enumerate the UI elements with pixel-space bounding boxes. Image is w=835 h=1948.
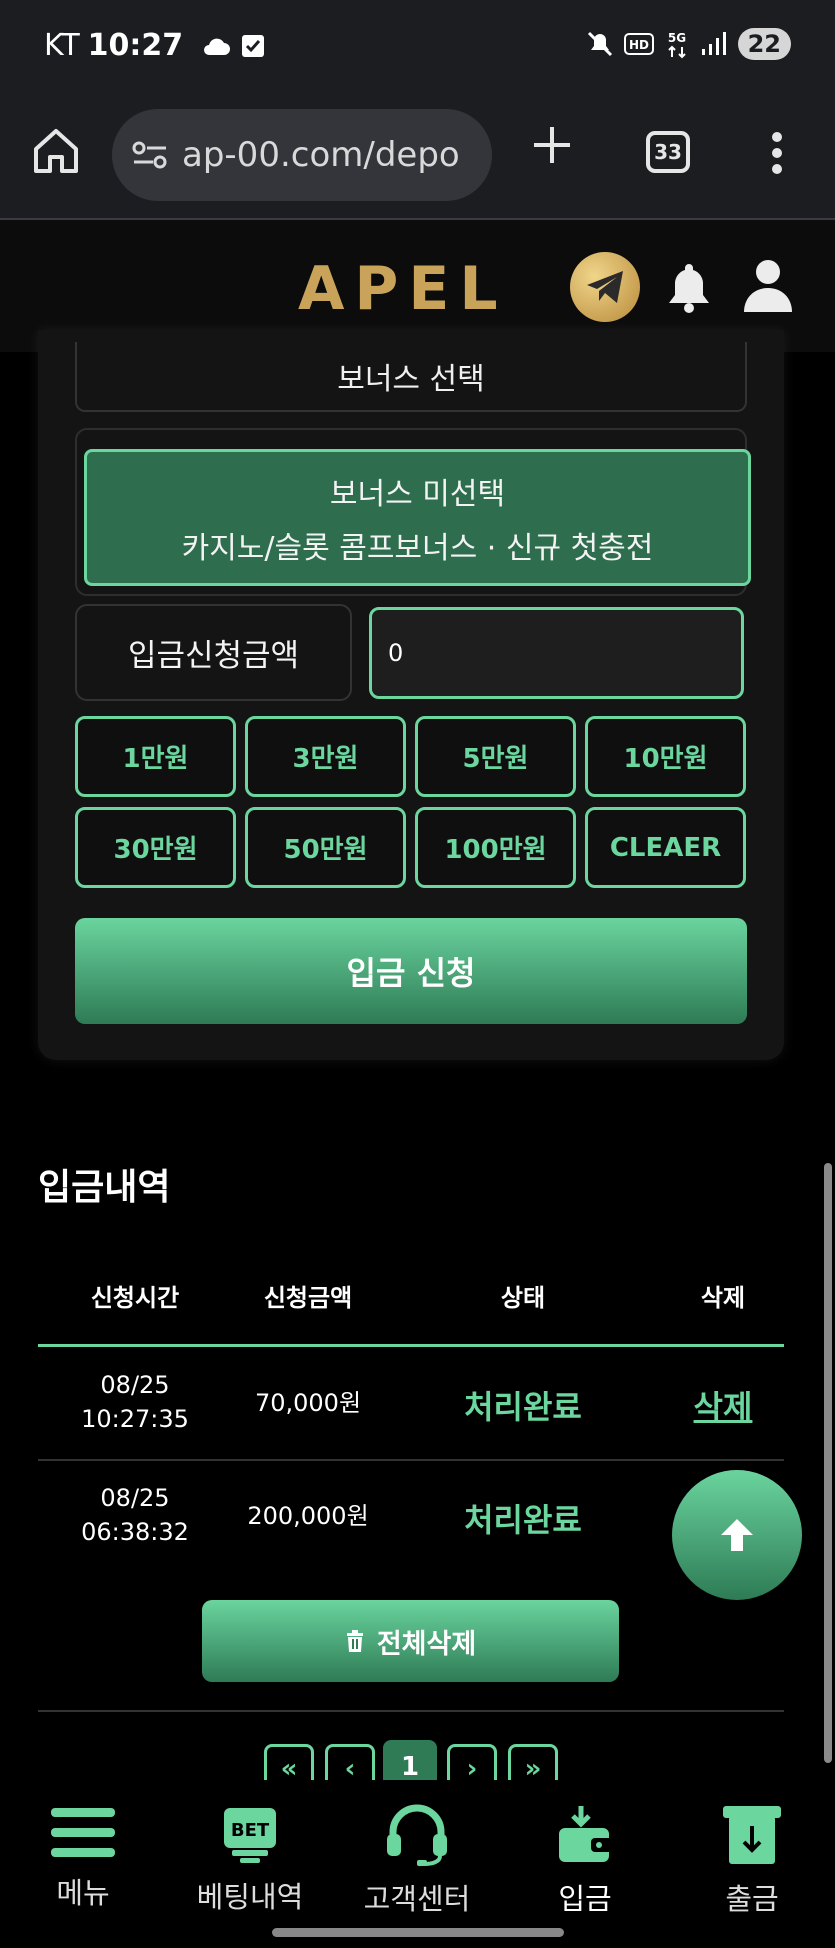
bottom-navigation: 메뉴 BET 베팅내역 고객센터 입금 출금 xyxy=(0,1780,835,1948)
url-bar[interactable]: ap-00.com/depo xyxy=(112,109,492,201)
table-row-amount: 70,000원 xyxy=(254,1389,362,1417)
amount-button-100k[interactable]: 10만원 xyxy=(585,716,746,797)
deposit-history-title: 입금내역 xyxy=(38,1167,171,1208)
amount-button-30k[interactable]: 3만원 xyxy=(245,716,406,797)
url-text: ap-00.com/depo xyxy=(182,135,460,175)
table-row-status: 처리완료 xyxy=(464,1501,582,1539)
column-header-time: 신청시간 xyxy=(90,1284,180,1312)
amount-button-10k[interactable]: 1만원 xyxy=(75,716,236,797)
amount-button-500k[interactable]: 50만원 xyxy=(245,807,406,888)
bell-icon[interactable] xyxy=(665,260,713,314)
pagination-divider xyxy=(38,1710,784,1712)
mute-icon xyxy=(587,31,612,57)
table-row-amount: 200,000원 xyxy=(247,1502,369,1530)
delete-all-label: 전체삭제 xyxy=(376,1628,477,1660)
bonus-option-title: 보너스 미선택 xyxy=(329,476,506,512)
nav-item-withdraw[interactable]: 출금 xyxy=(672,1804,832,1918)
site-settings-icon[interactable] xyxy=(132,140,168,170)
gesture-home-indicator[interactable] xyxy=(272,1928,564,1937)
deposit-submit-button[interactable]: 입금 신청 xyxy=(75,918,747,1024)
svg-text:5G: 5G xyxy=(667,31,685,45)
bet-icon: BET xyxy=(224,1808,276,1863)
deposit-amount-label: 입금신청금액 xyxy=(75,604,352,701)
amount-clear-button[interactable]: CLEAER xyxy=(585,807,746,888)
column-header-status: 상태 xyxy=(500,1284,546,1312)
withdraw-icon xyxy=(723,1806,781,1864)
row-divider xyxy=(38,1459,784,1461)
column-header-delete: 삭제 xyxy=(700,1284,746,1312)
hamburger-icon xyxy=(51,1808,115,1857)
table-row-time: 08/25 06:38:32 xyxy=(81,1484,189,1546)
svg-text:BET: BET xyxy=(231,1820,270,1841)
bonus-option-desc: 카지노/슬롯 콤프보너스 · 신규 첫충전 xyxy=(181,530,654,566)
signal-icon xyxy=(701,32,726,55)
svg-text:HD: HD xyxy=(629,38,649,52)
amount-button-300k[interactable]: 30만원 xyxy=(75,807,236,888)
new-tab-icon[interactable] xyxy=(530,123,574,167)
row-delete-link[interactable]: 삭제 xyxy=(663,1382,783,1428)
status-bar: KT 10:27 HD 5G 22 xyxy=(0,0,835,95)
browser-toolbar: ap-00.com/depo 33 xyxy=(0,95,835,220)
deposit-amount-input[interactable] xyxy=(369,607,744,699)
scroll-to-top-button[interactable] xyxy=(672,1470,802,1600)
table-row-time: 08/25 10:27:35 xyxy=(81,1371,189,1433)
checkbox-icon xyxy=(242,34,265,57)
telegram-icon[interactable] xyxy=(570,252,640,322)
user-icon[interactable] xyxy=(742,258,794,314)
tab-switcher-button[interactable]: 33 xyxy=(646,131,690,173)
arrow-up-icon xyxy=(721,1519,753,1551)
5g-icon: 5G xyxy=(667,31,686,59)
amount-button-50k[interactable]: 5만원 xyxy=(415,716,576,797)
site-logo[interactable]: APEL xyxy=(298,254,508,324)
nav-item-bet-history[interactable]: BET 베팅내역 xyxy=(170,1804,330,1916)
nav-item-support[interactable]: 고객센터 xyxy=(337,1804,497,1918)
bonus-option-none[interactable]: 보너스 미선택 카지노/슬롯 콤프보너스 · 신규 첫충전 xyxy=(84,449,751,586)
nav-item-deposit[interactable]: 입금 xyxy=(505,1804,665,1918)
cloud-icon xyxy=(204,38,231,55)
carrier: KT xyxy=(44,28,80,63)
bonus-select-header[interactable]: 보너스 선택 xyxy=(75,342,747,412)
clock: 10:27 xyxy=(87,28,184,63)
home-icon[interactable] xyxy=(30,125,82,177)
hd-icon: HD xyxy=(623,33,654,55)
table-row-status: 처리완료 xyxy=(464,1388,582,1426)
more-vert-icon[interactable] xyxy=(770,131,784,175)
page-scrollbar[interactable] xyxy=(824,1163,832,1763)
table-header-divider xyxy=(38,1344,784,1347)
headset-icon xyxy=(387,1804,447,1866)
amount-button-1m[interactable]: 100만원 xyxy=(415,807,576,888)
nav-item-menu[interactable]: 메뉴 xyxy=(3,1804,163,1912)
wallet-deposit-icon xyxy=(559,1806,613,1862)
delete-all-button[interactable]: 전체삭제 xyxy=(202,1600,619,1682)
column-header-amount: 신청금액 xyxy=(263,1284,353,1312)
trash-icon xyxy=(346,1630,363,1652)
tab-count: 33 xyxy=(654,140,682,164)
battery-level: 22 xyxy=(737,28,791,60)
